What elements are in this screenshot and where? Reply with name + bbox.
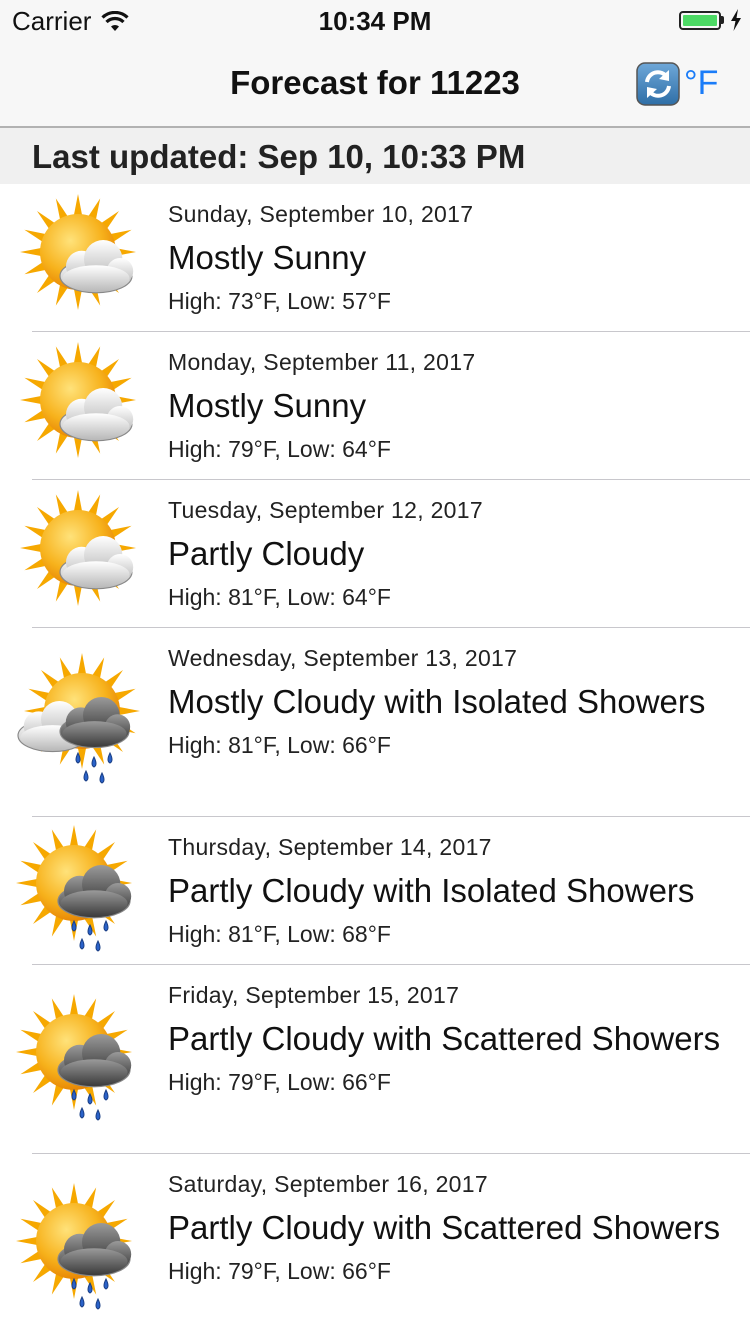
forecast-condition: Mostly Cloudy with Isolated Showers <box>168 683 706 720</box>
forecast-row[interactable]: Monday, September 11, 2017 Mostly Sunny Hi… <box>0 332 750 480</box>
forecast-row[interactable]: Tuesday, September 12, 2017 Partly Cloudy… <box>0 480 750 628</box>
charging-bolt-icon <box>731 9 741 31</box>
last-updated-label: Last updated: Sep 10, 10:33 PM <box>32 138 526 175</box>
forecast-condition: Partly Cloudy with Scattered Showers <box>168 1209 721 1246</box>
sun-cloud-showers-icon <box>16 990 156 1130</box>
forecast-temperatures: High: 79°F, Low: 66°F <box>168 1258 391 1284</box>
battery-indicator <box>679 9 742 31</box>
forecast-text: Monday, September 11, 2017 Mostly Sunny Hi… <box>168 346 730 464</box>
forecast-row[interactable]: Wednesday, September 13, 2017 Mostly Clou… <box>0 628 750 817</box>
forecast-text: Sunday, September 10, 2017 Mostly Sunny Hi… <box>168 198 730 316</box>
forecast-temperatures: High: 81°F, Low: 64°F <box>168 584 391 610</box>
last-updated-header: Last updated: Sep 10, 10:33 PM <box>0 128 750 184</box>
forecast-row[interactable]: Thursday, September 14, 2017 Partly Cloud… <box>0 817 750 965</box>
forecast-text: Wednesday, September 13, 2017 Mostly Clou… <box>168 642 730 760</box>
mostly-sunny-icon <box>16 336 156 476</box>
forecast-list: Sunday, September 10, 2017 Mostly Sunny Hi… <box>0 184 750 1334</box>
forecast-condition: Partly Cloudy with Scattered Showers <box>168 1020 721 1057</box>
forecast-date: Tuesday, September 12, 2017 <box>168 497 483 523</box>
mostly-sunny-icon <box>16 188 156 328</box>
forecast-text: Tuesday, September 12, 2017 Partly Cloudy… <box>168 494 730 612</box>
forecast-temperatures: High: 81°F, Low: 68°F <box>168 921 391 947</box>
forecast-text: Thursday, September 14, 2017 Partly Cloud… <box>168 831 730 949</box>
forecast-condition: Mostly Sunny <box>168 387 367 424</box>
forecast-screen: Carrier 10:34 PM Forecast for 11223 °F L… <box>0 0 750 1334</box>
status-time: 10:34 PM <box>318 6 432 36</box>
forecast-temperatures: High: 79°F, Low: 64°F <box>168 436 391 462</box>
forecast-text: Saturday, September 16, 2017 Partly Cloud… <box>168 1168 730 1286</box>
forecast-condition: Partly Cloudy with Isolated Showers <box>168 872 695 909</box>
forecast-row[interactable]: Friday, September 15, 2017 Partly Cloudy … <box>0 965 750 1154</box>
refresh-icon <box>636 62 680 106</box>
battery-fill <box>683 14 717 26</box>
refresh-button[interactable] <box>636 62 680 106</box>
status-bar: Carrier 10:34 PM <box>0 0 750 40</box>
forecast-row[interactable]: Saturday, September 16, 2017 Partly Cloud… <box>0 1154 750 1334</box>
forecast-date: Thursday, September 14, 2017 <box>168 834 492 860</box>
forecast-condition: Partly Cloudy <box>168 535 365 572</box>
forecast-temperatures: High: 73°F, Low: 57°F <box>168 288 391 314</box>
sun-cloud-showers-icon <box>16 1179 156 1319</box>
forecast-row[interactable]: Sunday, September 10, 2017 Mostly Sunny Hi… <box>0 184 750 332</box>
navigation-bar: Forecast for 11223 °F <box>0 40 750 128</box>
battery-tip <box>721 16 724 24</box>
sun-cloud-showers-icon <box>16 821 156 961</box>
forecast-text: Friday, September 15, 2017 Partly Cloudy … <box>168 979 730 1097</box>
battery-icon <box>679 10 721 30</box>
forecast-condition: Mostly Sunny <box>168 239 367 276</box>
partly-cloudy-icon <box>16 484 156 624</box>
forecast-date: Monday, September 11, 2017 <box>168 349 476 375</box>
forecast-date: Wednesday, September 13, 2017 <box>168 645 518 671</box>
forecast-temperatures: High: 81°F, Low: 66°F <box>168 732 391 758</box>
forecast-date: Saturday, September 16, 2017 <box>168 1171 488 1197</box>
mostly-cloudy-showers-icon <box>16 653 156 793</box>
forecast-date: Sunday, September 10, 2017 <box>168 201 474 227</box>
forecast-date: Friday, September 15, 2017 <box>168 982 460 1008</box>
temperature-unit-button[interactable]: °F <box>684 64 718 103</box>
forecast-temperatures: High: 79°F, Low: 66°F <box>168 1069 391 1095</box>
